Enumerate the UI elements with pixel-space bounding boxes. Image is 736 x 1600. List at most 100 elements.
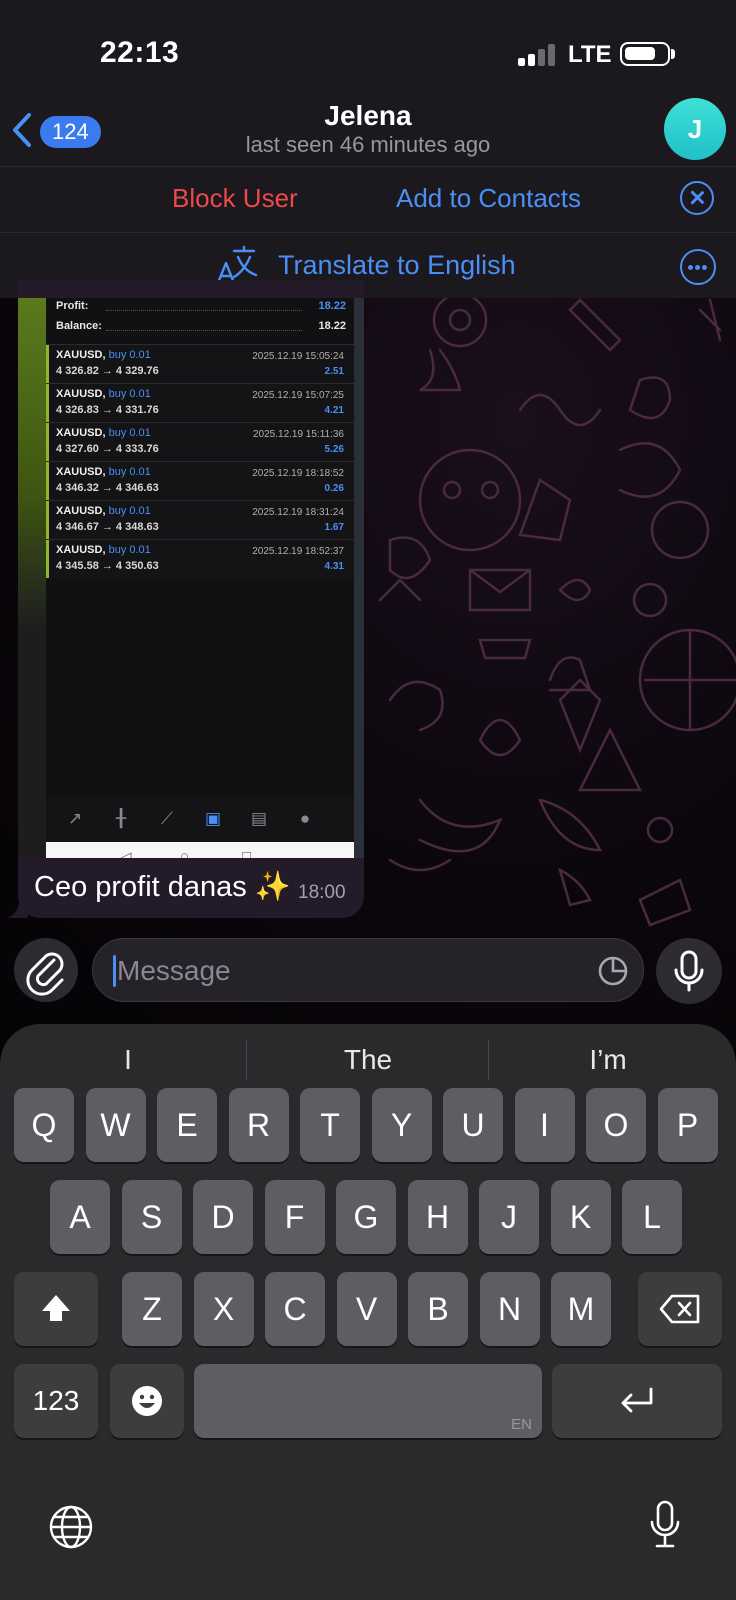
key-q[interactable]: Q [14,1088,74,1162]
trade-row: XAUUSD, buy 0.01 4 327.60 → 4 333.76 2025.… [46,422,354,461]
shift-icon [42,1295,70,1321]
screenshot-edge-right [354,298,364,858]
network-type: LTE [568,41,612,68]
key-d[interactable]: D [193,1180,253,1254]
trade-side: buy 0.01 [108,466,151,478]
key-x[interactable]: X [193,1272,254,1346]
sticker-icon[interactable] [597,955,629,987]
block-user-button[interactable]: Block User [172,183,298,214]
key-i[interactable]: I [514,1088,575,1162]
trade-prices: 4 346.32 → 4 346.63 [56,482,159,494]
balance-row: Balance: 18.22 [56,320,346,340]
trade-symbol: XAUUSD, buy 0.01 [56,349,151,361]
key-j[interactable]: J [479,1180,539,1254]
voice-message-button[interactable] [656,938,722,1004]
text-caret [113,955,116,987]
trade-indicator [46,345,49,383]
battery-icon [620,42,670,66]
trade-datetime: 2025.12.19 15:05:24 [252,351,344,362]
trade-datetime: 2025.12.19 18:31:24 [252,507,344,518]
key-o[interactable]: O [586,1088,646,1162]
paperclip-icon [26,952,64,996]
key-s[interactable]: S [121,1180,182,1254]
trade-indicator [46,423,49,461]
translate-button[interactable]: Translate to English [278,250,516,281]
trade-row: XAUUSD, buy 0.01 4 326.82 → 4 329.76 2025.… [46,344,354,383]
trade-datetime: 2025.12.19 18:52:37 [252,546,344,557]
trade-side: buy 0.01 [108,349,151,361]
key-f[interactable]: F [264,1180,325,1254]
add-to-contacts-button[interactable]: Add to Contacts [396,183,581,214]
key-b[interactable]: B [408,1272,468,1346]
bubble-tail [8,896,28,918]
last-seen-status: last seen 46 minutes ago [245,132,491,157]
shift-key[interactable] [14,1272,98,1346]
key-k[interactable]: K [550,1180,611,1254]
keyboard: I The I’m QWERTYUIOP ASDFGHJKL ZXCVBNM 1… [0,1024,736,1600]
return-key[interactable] [552,1364,722,1438]
trade-indicator [46,540,49,578]
delete-key[interactable] [638,1272,722,1346]
suggestion-1[interactable]: I [6,1044,250,1076]
signal-strength-icon [518,42,558,66]
key-z[interactable]: Z [122,1272,182,1346]
key-a[interactable]: A [50,1180,110,1254]
message-input[interactable]: Message [92,938,644,1002]
key-l[interactable]: L [622,1180,682,1254]
trade-prices: 4 345.58 → 4 350.63 [56,560,159,572]
more-options-icon[interactable] [680,249,716,285]
trade-profit: 1.67 [324,522,344,533]
numbers-key[interactable]: 123 [14,1364,98,1438]
trade-profit: 2.51 [324,366,344,377]
balance-label: Balance: [56,320,102,332]
key-h[interactable]: H [407,1180,468,1254]
space-key[interactable]: EN [194,1364,542,1438]
key-u[interactable]: U [443,1088,503,1162]
trade-side: buy 0.01 [108,505,151,517]
return-icon [621,1387,653,1413]
key-w[interactable]: W [85,1088,146,1162]
key-v[interactable]: V [336,1272,397,1346]
key-g[interactable]: G [336,1180,396,1254]
message-placeholder: Message [117,955,231,986]
attached-screenshot[interactable]: Profit: 18.22 Balance: 18.22 XAUUSD, buy… [18,298,364,858]
key-n[interactable]: N [479,1272,540,1346]
key-e[interactable]: E [157,1088,217,1162]
globe-icon[interactable] [48,1504,94,1550]
trade-profit: 4.21 [324,405,344,416]
trade-datetime: 2025.12.19 18:18:52 [252,468,344,479]
attach-button[interactable] [14,938,78,1002]
avatar[interactable]: J [664,98,726,160]
key-t[interactable]: T [300,1088,360,1162]
suggestion-2[interactable]: The [246,1044,490,1076]
key-m[interactable]: M [551,1272,611,1346]
message-time: 18:00 [298,882,346,903]
trade-side: buy 0.01 [108,427,151,439]
action-bar: Block User Add to Contacts [0,166,736,232]
trade-datetime: 2025.12.19 15:11:36 [252,429,344,440]
trade-symbol: XAUUSD, buy 0.01 [56,544,151,556]
trading-app-screen: Profit: 18.22 Balance: 18.22 XAUUSD, buy… [46,298,354,858]
chat-bubble-icon: ● [299,809,311,828]
key-c[interactable]: C [265,1272,325,1346]
message-bubble[interactable]: Profit: 18.22 Balance: 18.22 XAUUSD, buy… [18,280,364,918]
balance-value: 18.22 [318,320,346,332]
key-y[interactable]: Y [371,1088,432,1162]
dictation-icon[interactable] [648,1500,682,1550]
trade-prices: 4 327.60 → 4 333.76 [56,443,159,455]
suggestion-bar: I The I’m [0,1038,736,1088]
key-r[interactable]: R [228,1088,289,1162]
keyboard-language-label: EN [511,1416,532,1433]
trade-prices: 4 326.83 → 4 331.76 [56,404,159,416]
contact-name[interactable]: Jelena [0,100,736,132]
emoji-key[interactable] [110,1364,184,1438]
suggestion-3[interactable]: I’m [486,1044,730,1076]
key-p[interactable]: P [657,1088,718,1162]
battery-tip [671,49,675,59]
trade-side: buy 0.01 [108,388,151,400]
trade-symbol: XAUUSD, buy 0.01 [56,388,151,400]
status-bar: 22:13 LTE [0,0,736,100]
close-icon[interactable] [680,181,714,215]
quotes-icon: ↗ [67,809,83,828]
trade-symbol: XAUUSD, buy 0.01 [56,427,151,439]
